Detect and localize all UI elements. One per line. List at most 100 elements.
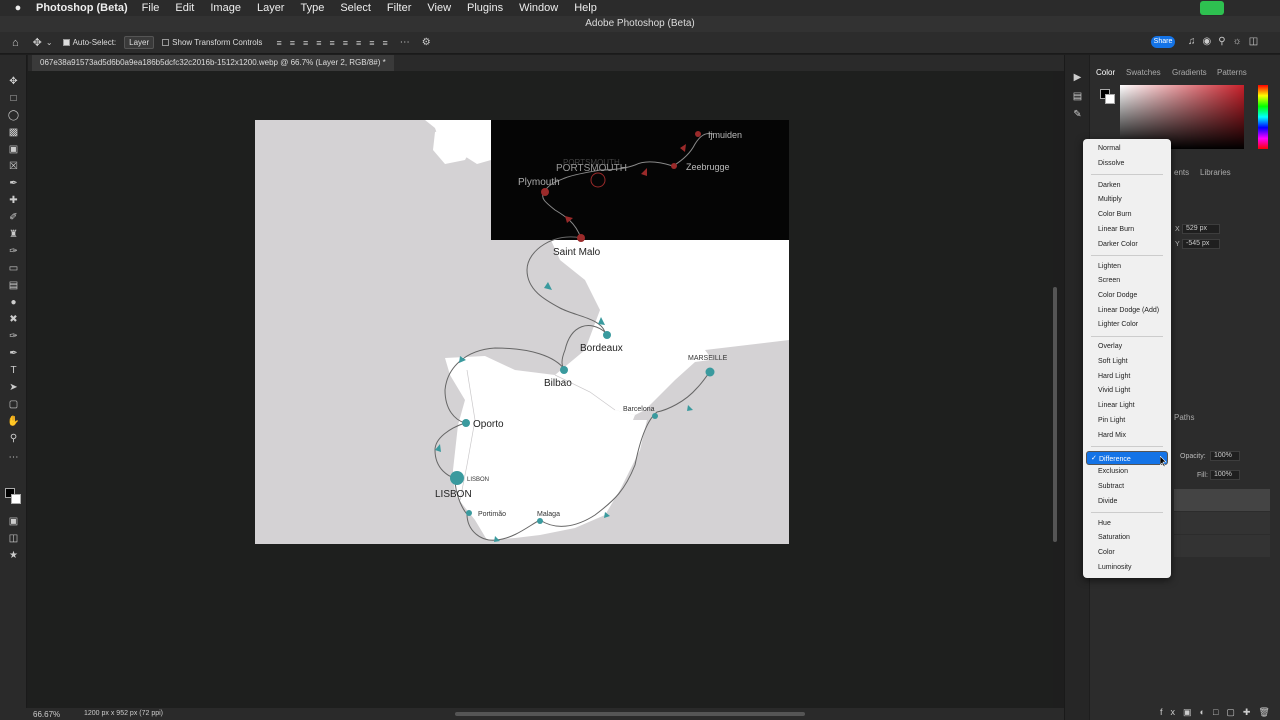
- blend-mode-color-dodge[interactable]: Color Dodge: [1098, 289, 1170, 303]
- top-right-icons[interactable]: ♫◉⚲☼◫: [1188, 36, 1265, 47]
- blend-mode-saturation[interactable]: Saturation: [1098, 531, 1170, 545]
- layer-row[interactable]: [1174, 535, 1270, 557]
- menu-view[interactable]: View: [427, 2, 451, 14]
- blend-mode-dissolve[interactable]: Dissolve: [1098, 157, 1170, 171]
- blend-mode-lighten[interactable]: Lighten: [1098, 260, 1170, 274]
- zoom-level[interactable]: 66.67%: [33, 710, 60, 719]
- align-icons[interactable]: ≡≡≡≡≡≡≡≡≡: [276, 38, 395, 48]
- generative-icon[interactable]: ★: [7, 549, 20, 562]
- pen-icon[interactable]: ✒: [7, 347, 20, 360]
- blend-mode-luminosity[interactable]: Luminosity: [1098, 561, 1170, 575]
- fill-field[interactable]: 100%: [1210, 470, 1240, 480]
- blend-mode-overlay[interactable]: Overlay: [1098, 340, 1170, 354]
- shape-icon[interactable]: ▢: [7, 398, 20, 411]
- blend-mode-difference[interactable]: ✓ Difference: [1086, 450, 1168, 465]
- auto-select-dropdown[interactable]: Layer: [124, 36, 155, 49]
- blend-mode-color-burn[interactable]: Color Burn: [1098, 208, 1170, 222]
- menu-select[interactable]: Select: [340, 2, 371, 14]
- type-icon[interactable]: T: [7, 364, 20, 377]
- horizontal-scrollbar[interactable]: [455, 712, 805, 716]
- marquee-icon[interactable]: □: [7, 92, 20, 105]
- layer-row[interactable]: [1174, 512, 1270, 534]
- blend-mode-hard-light[interactable]: Hard Light: [1098, 370, 1170, 384]
- more-icon[interactable]: ⋯: [400, 37, 410, 48]
- vertical-scrollbar[interactable]: [1053, 287, 1057, 542]
- blend-mode-vivid-light[interactable]: Vivid Light: [1098, 384, 1170, 398]
- blend-mode-pin-light[interactable]: Pin Light: [1098, 414, 1170, 428]
- zoom-icon[interactable]: ⚲: [7, 432, 20, 445]
- tab-swatches[interactable]: Swatches: [1126, 68, 1161, 77]
- tab-adjustments[interactable]: ents: [1174, 168, 1189, 177]
- brush-icon[interactable]: ✐: [7, 211, 20, 224]
- tab-libraries[interactable]: Libraries: [1200, 168, 1231, 177]
- crop-icon[interactable]: ▣: [7, 143, 20, 156]
- blend-mode-linear-dodge-add[interactable]: Linear Dodge (Add): [1098, 304, 1170, 318]
- move-icon[interactable]: ✥: [7, 75, 20, 88]
- blur-icon[interactable]: ●: [7, 296, 20, 309]
- show-transform-checkbox[interactable]: [162, 39, 170, 47]
- comment-icon[interactable]: ✎: [1071, 108, 1084, 121]
- share-button[interactable]: Share: [1151, 36, 1175, 48]
- blend-mode-multiply[interactable]: Multiply: [1098, 193, 1170, 207]
- blend-mode-hue[interactable]: Hue: [1098, 517, 1170, 531]
- gradient-icon[interactable]: ▤: [7, 279, 20, 292]
- blend-mode-linear-burn[interactable]: Linear Burn: [1098, 223, 1170, 237]
- x-position-field[interactable]: 529 px: [1182, 224, 1220, 234]
- blend-mode-divide[interactable]: Divide: [1098, 495, 1170, 509]
- screen-mode-icon[interactable]: ◫: [7, 532, 20, 545]
- tab-color[interactable]: Color: [1096, 68, 1115, 77]
- menu-window[interactable]: Window: [519, 2, 558, 14]
- tab-patterns[interactable]: Patterns: [1217, 68, 1247, 77]
- hand-icon[interactable]: ✋: [7, 415, 20, 428]
- menu-layer[interactable]: Layer: [257, 2, 285, 14]
- history-brush-icon[interactable]: ✑: [7, 245, 20, 258]
- app-menu[interactable]: Photoshop (Beta): [36, 2, 128, 14]
- play-icon[interactable]: ▶: [1071, 71, 1084, 84]
- opacity-field[interactable]: 100%: [1210, 451, 1240, 461]
- blend-mode-lighter-color[interactable]: Lighter Color: [1098, 318, 1170, 332]
- home-icon[interactable]: ⌂: [12, 37, 19, 49]
- chevron-down-icon[interactable]: ⌄: [46, 38, 53, 47]
- blend-mode-normal[interactable]: Normal: [1098, 142, 1170, 156]
- menu-help[interactable]: Help: [574, 2, 597, 14]
- blend-mode-exclusion[interactable]: Exclusion: [1098, 465, 1170, 479]
- blend-mode-soft-light[interactable]: Soft Light: [1098, 355, 1170, 369]
- quick-mask-icon[interactable]: ▣: [7, 515, 20, 528]
- blend-mode-linear-light[interactable]: Linear Light: [1098, 399, 1170, 413]
- menu-plugins[interactable]: Plugins: [467, 2, 503, 14]
- pen-icon[interactable]: ✑: [7, 330, 20, 343]
- move-tool-icon[interactable]: ✥: [33, 36, 42, 49]
- menu-image[interactable]: Image: [210, 2, 241, 14]
- document-tab[interactable]: 067e38a91573ad5d6b0a9ea186b5dcfc32c2016b…: [32, 55, 394, 71]
- lasso-icon[interactable]: ◯: [7, 109, 20, 122]
- menu-type[interactable]: Type: [300, 2, 324, 14]
- menu-file[interactable]: File: [142, 2, 160, 14]
- tab-gradients[interactable]: Gradients: [1172, 68, 1207, 77]
- path-select-icon[interactable]: ➤: [7, 381, 20, 394]
- blend-mode-subtract[interactable]: Subtract: [1098, 480, 1170, 494]
- frame-icon[interactable]: ☒: [7, 160, 20, 173]
- document-canvas[interactable]: Ijmuiden Zeebrugge PORTSMOUTH PORTSMOUTH…: [255, 120, 789, 544]
- background-color-swatch[interactable]: [11, 494, 21, 504]
- adjust-icon[interactable]: ▤: [1071, 90, 1084, 103]
- eraser-icon[interactable]: ▭: [7, 262, 20, 275]
- y-position-field[interactable]: -545 px: [1182, 239, 1220, 249]
- auto-select-checkbox[interactable]: [62, 39, 70, 47]
- layer-panel-actions[interactable]: fx▣◐□▢✚🗑: [1160, 707, 1278, 718]
- menu-filter[interactable]: Filter: [387, 2, 411, 14]
- healing-icon[interactable]: ✚: [7, 194, 20, 207]
- facetime-icon[interactable]: [1200, 1, 1224, 15]
- blend-mode-screen[interactable]: Screen: [1098, 274, 1170, 288]
- menu-edit[interactable]: Edit: [175, 2, 194, 14]
- layer-row-selected[interactable]: [1174, 489, 1270, 511]
- blend-mode-darken[interactable]: Darken: [1098, 179, 1170, 193]
- apple-menu-icon[interactable]: ●: [10, 2, 26, 14]
- eyedropper-icon[interactable]: ✒: [7, 177, 20, 190]
- hue-slider[interactable]: [1258, 85, 1268, 149]
- blend-mode-hard-mix[interactable]: Hard Mix: [1098, 429, 1170, 443]
- blend-mode-color[interactable]: Color: [1098, 546, 1170, 560]
- blend-mode-darker-color[interactable]: Darker Color: [1098, 238, 1170, 252]
- object-select-icon[interactable]: ▩: [7, 126, 20, 139]
- gear-icon[interactable]: ⚙: [422, 37, 431, 48]
- tab-paths[interactable]: Paths: [1174, 413, 1194, 422]
